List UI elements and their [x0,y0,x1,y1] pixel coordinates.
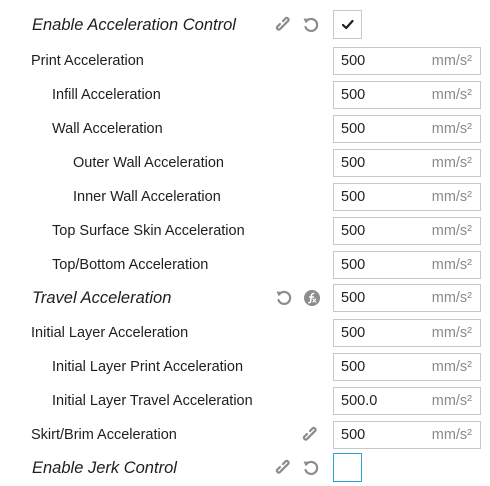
link-icon [302,426,320,444]
setting-row-print-acceleration: Print Acceleration 500 mm/s² [0,44,490,78]
field-value: 500 [341,325,366,341]
field-unit: mm/s² [431,223,472,239]
setting-label: Skirt/Brim Acceleration [31,427,177,443]
setting-row-initial-layer-acceleration: Initial Layer Acceleration 500 mm/s² [0,316,490,350]
setting-label: Infill Acceleration [52,87,161,103]
field-unit: mm/s² [431,427,472,443]
field-value: 500.0 [341,393,378,409]
setting-row-infill-acceleration: Infill Acceleration 500 mm/s² [0,78,490,112]
field-unit: mm/s² [431,325,472,341]
setting-label: Top Surface Skin Acceleration [52,223,245,239]
infill-acceleration-input[interactable]: 500 mm/s² [333,81,481,109]
enable-acceleration-control-checkbox[interactable] [333,10,362,39]
field-unit: mm/s² [431,121,472,137]
field-unit: mm/s² [431,257,472,273]
initial-layer-travel-acceleration-input[interactable]: 500.0 mm/s² [333,387,481,415]
field-value: 500 [341,359,366,375]
setting-row-enable-acceleration-control: Enable Acceleration Control [0,8,490,42]
reset-icon[interactable] [275,289,293,307]
field-unit: mm/s² [431,53,472,69]
link-icon [275,16,293,34]
setting-label: Top/Bottom Acceleration [52,257,209,273]
field-unit: mm/s² [431,393,472,409]
field-unit: mm/s² [431,290,472,306]
setting-label: Outer Wall Acceleration [73,155,224,171]
setting-label: Initial Layer Print Acceleration [52,359,244,375]
skirt-brim-acceleration-input[interactable]: 500 mm/s² [333,421,481,449]
print-acceleration-input[interactable]: 500 mm/s² [333,47,481,75]
top-surface-skin-acceleration-input[interactable]: 500 mm/s² [333,217,481,245]
top-bottom-acceleration-input[interactable]: 500 mm/s² [333,251,481,279]
field-value: 500 [341,189,366,205]
checkmark-icon [341,19,354,30]
field-value: 500 [341,121,366,137]
field-value: 500 [341,223,366,239]
inner-wall-acceleration-input[interactable]: 500 mm/s² [333,183,481,211]
field-unit: mm/s² [431,87,472,103]
setting-row-top-bottom-acceleration: Top/Bottom Acceleration 500 mm/s² [0,248,490,282]
setting-row-enable-jerk-control: Enable Jerk Control [0,451,490,485]
setting-label: Initial Layer Acceleration [31,325,189,341]
field-value: 500 [341,290,366,306]
reset-icon[interactable] [302,459,320,477]
formula-icon[interactable] [303,289,321,307]
setting-row-travel-acceleration: Travel Acceleration 500 mm/s² [0,281,490,315]
setting-row-outer-wall-acceleration: Outer Wall Acceleration 500 mm/s² [0,146,490,180]
field-value: 500 [341,155,366,171]
setting-label: Print Acceleration [31,53,144,69]
setting-row-skirt-brim-acceleration: Skirt/Brim Acceleration 500 mm/s² [0,418,490,452]
field-unit: mm/s² [431,359,472,375]
setting-label: Wall Acceleration [52,121,163,137]
initial-layer-print-acceleration-input[interactable]: 500 mm/s² [333,353,481,381]
setting-row-inner-wall-acceleration: Inner Wall Acceleration 500 mm/s² [0,180,490,214]
field-unit: mm/s² [431,155,472,171]
setting-row-initial-layer-travel-acceleration: Initial Layer Travel Acceleration 500.0 … [0,384,490,418]
link-icon [275,459,293,477]
reset-icon[interactable] [302,16,320,34]
field-value: 500 [341,53,366,69]
setting-row-initial-layer-print-acceleration: Initial Layer Print Acceleration 500 mm/… [0,350,490,384]
setting-row-wall-acceleration: Wall Acceleration 500 mm/s² [0,112,490,146]
travel-acceleration-input[interactable]: 500 mm/s² [333,284,481,312]
setting-label: Enable Jerk Control [32,459,177,477]
setting-row-top-surface-skin-acceleration: Top Surface Skin Acceleration 500 mm/s² [0,214,490,248]
setting-label: Travel Acceleration [32,289,172,307]
setting-label: Enable Acceleration Control [32,16,236,34]
setting-label: Initial Layer Travel Acceleration [52,393,253,409]
wall-acceleration-input[interactable]: 500 mm/s² [333,115,481,143]
field-unit: mm/s² [431,189,472,205]
field-value: 500 [341,257,366,273]
enable-jerk-control-checkbox[interactable] [333,453,362,482]
outer-wall-acceleration-input[interactable]: 500 mm/s² [333,149,481,177]
field-value: 500 [341,427,366,443]
field-value: 500 [341,87,366,103]
setting-label: Inner Wall Acceleration [73,189,221,205]
initial-layer-acceleration-input[interactable]: 500 mm/s² [333,319,481,347]
